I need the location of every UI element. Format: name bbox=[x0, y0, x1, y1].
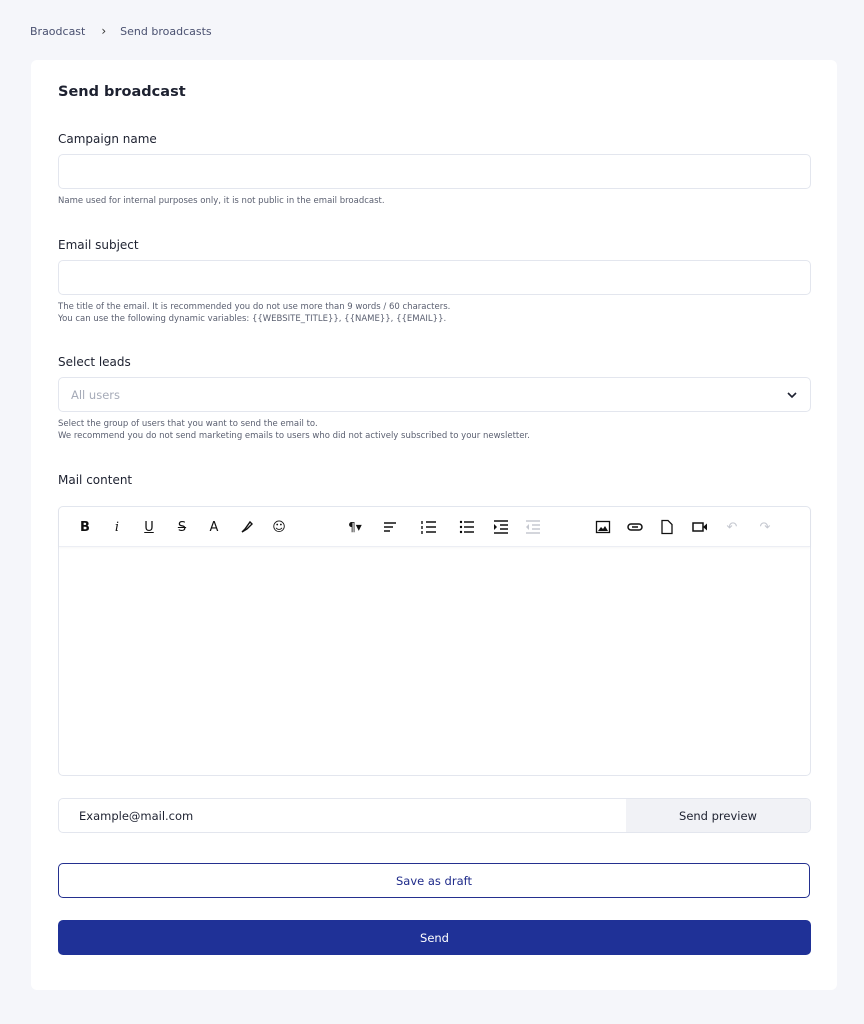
ordered-list-icon[interactable] bbox=[416, 518, 442, 536]
page-title: Send broadcast bbox=[58, 84, 186, 100]
email-subject-input[interactable] bbox=[58, 260, 811, 295]
mail-content-label: Mail content bbox=[58, 473, 133, 487]
strikethrough-icon[interactable]: S bbox=[173, 518, 191, 536]
insert-file-icon[interactable] bbox=[658, 518, 676, 536]
italic-icon[interactable]: i bbox=[108, 518, 126, 536]
breadcrumb-item-send-broadcasts: Send broadcasts bbox=[120, 24, 212, 38]
breadcrumb: Braodcast › Send broadcasts bbox=[30, 24, 212, 38]
indent-icon[interactable] bbox=[492, 518, 510, 536]
campaign-name-input[interactable] bbox=[58, 154, 811, 189]
bold-icon[interactable]: B bbox=[76, 518, 94, 536]
chevron-down-icon bbox=[787, 392, 797, 399]
preview-email-input[interactable]: Example@mail.com bbox=[79, 809, 193, 823]
underline-icon[interactable]: U bbox=[140, 518, 158, 536]
send-button[interactable]: Send bbox=[58, 920, 811, 955]
send-preview-button[interactable]: Send preview bbox=[626, 799, 810, 832]
email-subject-label: Email subject bbox=[58, 238, 139, 252]
insert-link-icon[interactable] bbox=[626, 518, 644, 536]
preview-email-group: Example@mail.com Send preview bbox=[58, 798, 811, 833]
align-icon[interactable] bbox=[378, 518, 404, 536]
text-color-icon[interactable]: A bbox=[205, 518, 223, 536]
select-leads-help-1: Select the group of users that you want … bbox=[58, 419, 318, 429]
email-subject-help-2: You can use the following dynamic variab… bbox=[58, 314, 447, 324]
highlight-icon[interactable] bbox=[238, 518, 256, 536]
send-broadcast-card: Send broadcast Campaign name Name used f… bbox=[31, 60, 837, 990]
campaign-name-label: Campaign name bbox=[58, 132, 157, 146]
select-leads-label: Select leads bbox=[58, 355, 131, 369]
save-as-draft-button[interactable]: Save as draft bbox=[58, 863, 810, 898]
undo-icon[interactable]: ↶ bbox=[723, 518, 741, 536]
outdent-icon[interactable] bbox=[524, 518, 542, 536]
breadcrumb-item-broadcast[interactable]: Braodcast bbox=[30, 25, 85, 38]
campaign-name-help: Name used for internal purposes only, it… bbox=[58, 196, 385, 206]
editor-toolbar: B i U S A ☺ ¶▾ ↶ ↷ bbox=[59, 507, 810, 547]
select-leads-dropdown[interactable]: All users bbox=[58, 377, 811, 412]
redo-icon[interactable]: ↷ bbox=[756, 518, 774, 536]
insert-video-icon[interactable] bbox=[691, 518, 709, 536]
email-subject-help-1: The title of the email. It is recommende… bbox=[58, 302, 451, 312]
select-leads-help-2: We recommend you do not send marketing e… bbox=[58, 431, 530, 441]
chevron-right-icon: › bbox=[101, 24, 107, 38]
insert-image-icon[interactable] bbox=[594, 518, 612, 536]
unordered-list-icon[interactable] bbox=[454, 518, 480, 536]
emoji-icon[interactable]: ☺ bbox=[270, 518, 288, 536]
mail-content-editor[interactable]: B i U S A ☺ ¶▾ ↶ ↷ bbox=[58, 506, 811, 776]
paragraph-format-icon[interactable]: ¶▾ bbox=[342, 518, 368, 536]
select-leads-value: All users bbox=[71, 388, 120, 402]
